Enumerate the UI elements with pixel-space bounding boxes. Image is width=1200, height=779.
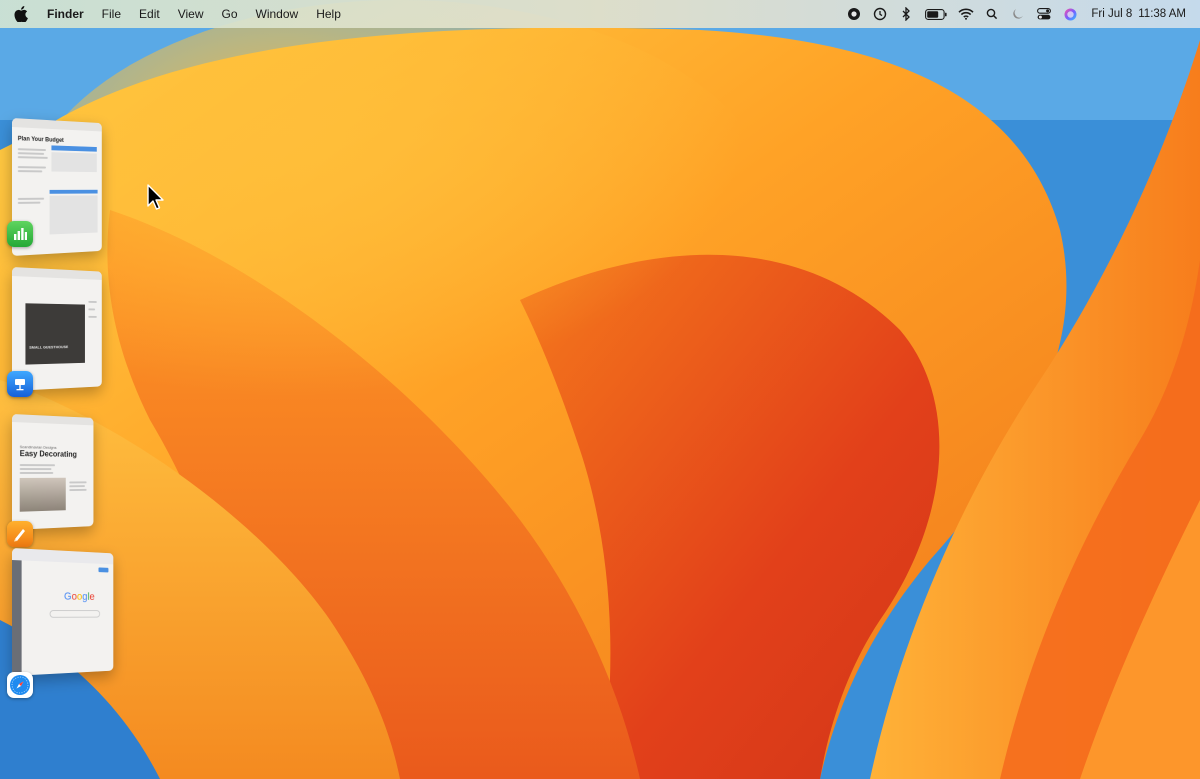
spotlight-search-icon[interactable]	[979, 0, 1005, 28]
focus-moon-icon[interactable]	[1005, 0, 1031, 28]
menu-bar: Finder File Edit View Go Window Help Fri…	[0, 0, 1200, 28]
menu-bar-clock[interactable]: Fri Jul 8 11:38 AM	[1083, 8, 1192, 20]
safari-app-icon[interactable]	[7, 672, 33, 698]
menu-go[interactable]: Go	[213, 0, 247, 28]
battery-icon[interactable]	[919, 0, 953, 28]
clock-date: Fri Jul 8	[1091, 8, 1133, 20]
pages-app-icon[interactable]	[7, 521, 33, 547]
numbers-doc-title: Plan Your Budget	[17, 136, 64, 144]
wifi-icon[interactable]	[953, 0, 979, 28]
numbers-app-icon[interactable]	[7, 221, 33, 247]
pages-doc-title: Easy Decorating	[19, 449, 77, 459]
menu-help[interactable]: Help	[307, 0, 350, 28]
clock-time: 11:38 AM	[1138, 8, 1186, 20]
apple-menu-icon[interactable]	[14, 5, 38, 23]
control-center-icon[interactable]	[1031, 0, 1057, 28]
screen-record-icon[interactable]	[841, 0, 867, 28]
menu-file[interactable]: File	[93, 0, 130, 28]
keynote-app-icon[interactable]	[7, 371, 33, 397]
menu-edit[interactable]: Edit	[130, 0, 169, 28]
bluetooth-icon[interactable]	[893, 0, 919, 28]
time-machine-icon[interactable]	[867, 0, 893, 28]
stage-window-safari[interactable]: Google	[12, 548, 114, 676]
menu-app-name[interactable]: Finder	[38, 0, 93, 28]
stage-window-pages[interactable]: Scandinavian Designs Easy Decorating	[12, 414, 94, 530]
mouse-pointer-icon	[147, 184, 164, 210]
desktop-wallpaper	[0, 0, 1200, 779]
siri-icon[interactable]	[1057, 0, 1083, 28]
google-logo: Google	[63, 590, 95, 603]
menu-window[interactable]: Window	[247, 0, 308, 28]
menu-view[interactable]: View	[169, 0, 213, 28]
keynote-slide-title: SMALL GUESTHOUSE	[29, 344, 69, 350]
